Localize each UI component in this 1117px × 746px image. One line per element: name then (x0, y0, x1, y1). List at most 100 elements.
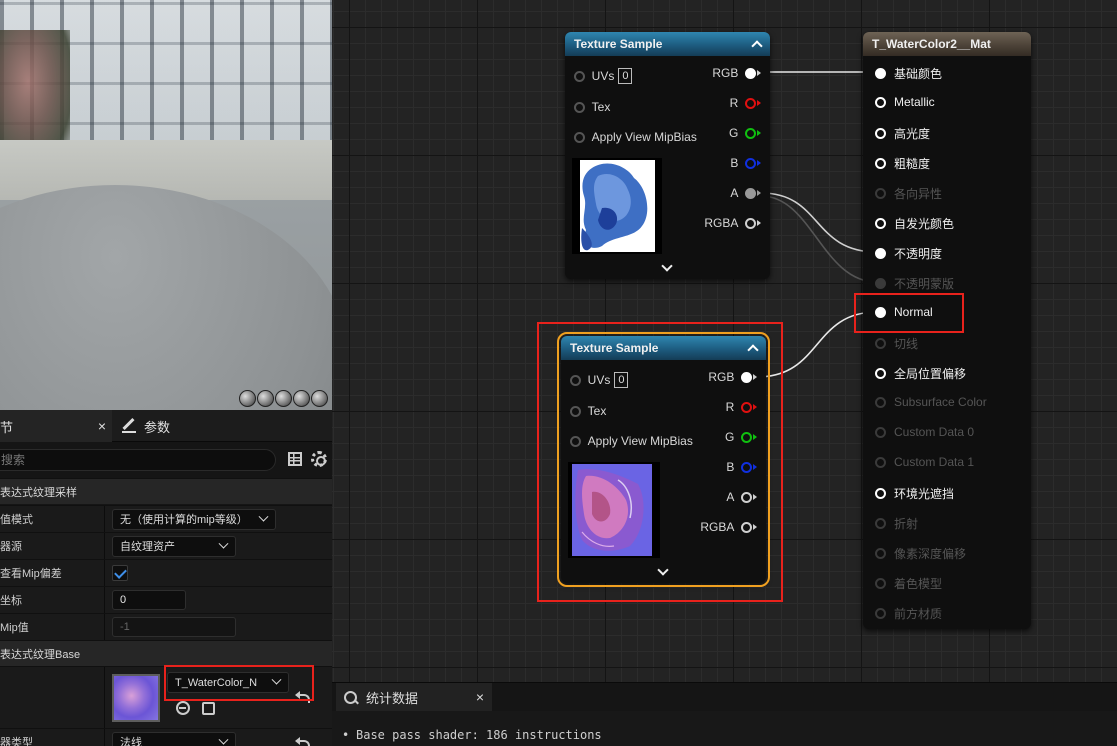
material-input-pin[interactable]: 自发光颜色 (875, 215, 954, 232)
close-icon[interactable]: × (476, 689, 484, 705)
pin-socket[interactable] (875, 96, 886, 108)
material-input-pin[interactable]: 粗糙度 (875, 155, 930, 172)
pin-socket[interactable] (875, 218, 886, 229)
teapot-shape-icon[interactable] (311, 390, 328, 407)
tab-details[interactable]: 节 × (0, 410, 112, 442)
stats-line: Base pass shader: 186 instructions (342, 728, 602, 742)
reset-to-default-icon[interactable] (295, 737, 310, 746)
chevron-down-icon (218, 734, 229, 745)
table-view-icon[interactable] (288, 452, 302, 466)
wire-a-opacitymask (760, 195, 878, 283)
pin-socket[interactable] (875, 368, 886, 379)
pin-label: 自发光颜色 (894, 217, 955, 231)
preview-shape-buttons (239, 390, 328, 407)
highlight-normal-pin (854, 293, 964, 333)
gear-icon[interactable] (311, 451, 327, 467)
preview-viewport[interactable] (0, 0, 332, 410)
plane-shape-icon[interactable] (275, 390, 292, 407)
material-graph[interactable]: Texture Sample UVs 0 Tex Apply View MipBi… (332, 0, 1117, 682)
material-input-pin[interactable]: 各向异性 (875, 185, 942, 202)
input-pin-uvs[interactable]: UVs 0 (574, 68, 633, 84)
output-pin-r[interactable]: R (730, 96, 761, 110)
pin-socket[interactable] (875, 68, 886, 79)
view-mip-bias-checkbox[interactable] (112, 565, 128, 581)
tab-parameters[interactable]: 参数 (112, 410, 170, 442)
input-pin-tex[interactable]: Tex (574, 100, 610, 114)
node-header[interactable]: Texture Sample (565, 32, 770, 56)
material-input-pin[interactable]: 切线 (875, 335, 918, 352)
pin-socket[interactable] (875, 518, 886, 529)
tab-stats[interactable]: 统计数据 × (336, 683, 492, 711)
expand-chevron-icon[interactable] (661, 260, 673, 272)
pin-label: Custom Data 1 (894, 455, 975, 469)
material-input-pin[interactable]: 基础颜色 (875, 65, 942, 82)
row-sampler-source: 器源 自纹理资产 (0, 532, 332, 560)
output-pin-rgb[interactable]: RGB (712, 66, 761, 80)
pin-label: 粗糙度 (894, 157, 931, 171)
texture-sample-node-1[interactable]: Texture Sample UVs 0 Tex Apply View MipBi… (565, 32, 770, 279)
cylinder-shape-icon[interactable] (239, 390, 256, 407)
sampler-type-dropdown[interactable]: 法线 (112, 731, 236, 746)
pin-socket[interactable] (875, 396, 886, 408)
close-icon[interactable]: × (98, 418, 106, 434)
pin-socket[interactable] (875, 426, 886, 438)
uv-index-field[interactable]: 0 (618, 68, 633, 84)
section-texture-sampler[interactable]: 表达式纹理采样 (0, 478, 332, 504)
material-input-pin[interactable]: 全局位置偏移 (875, 365, 966, 382)
texture-asset-thumbnail[interactable] (112, 674, 160, 722)
chevron-down-icon (218, 538, 229, 549)
output-pin-rgba[interactable]: RGBA (704, 216, 761, 230)
pin-socket[interactable] (875, 128, 886, 139)
material-input-pin[interactable]: Custom Data 1 (875, 455, 974, 469)
input-pin-mipbias[interactable]: Apply View MipBias (574, 130, 697, 144)
material-input-pin[interactable]: 不透明蒙版 (875, 275, 954, 292)
material-input-pin[interactable]: 环境光遮挡 (875, 485, 954, 502)
material-input-pin[interactable]: Subsurface Color (875, 395, 987, 409)
material-editor: Texture Sample UVs 0 Tex Apply View MipBi… (0, 0, 1117, 746)
section-texture-base[interactable]: 表达式纹理Base (0, 640, 332, 666)
property-label: 查看Mip偏差 (0, 568, 62, 580)
pin-socket[interactable] (875, 188, 886, 199)
row-mip-value: Mip值 -1 (0, 613, 332, 641)
pin-label: G (728, 126, 739, 140)
coordinate-index-input[interactable]: 0 (112, 590, 186, 610)
output-pin-g[interactable]: G (729, 126, 761, 140)
sphere-shape-icon[interactable] (257, 390, 274, 407)
material-input-pin[interactable]: Metallic (875, 95, 935, 109)
node-header[interactable]: T_WaterColor2__Mat (863, 32, 1031, 56)
material-input-pin[interactable]: 折射 (875, 515, 918, 532)
pin-socket[interactable] (875, 548, 886, 559)
magnifier-icon (344, 690, 357, 704)
row-coordinate: 坐标 0 (0, 586, 332, 614)
pin-label: 环境光遮挡 (894, 487, 955, 501)
collapse-chevron-icon[interactable] (751, 40, 763, 52)
property-label: 器类型 (0, 737, 33, 746)
property-label: 坐标 (0, 595, 22, 607)
material-input-pin[interactable]: 高光度 (875, 125, 930, 142)
use-selected-asset-icon[interactable] (202, 702, 215, 715)
material-input-pin[interactable]: 前方材质 (875, 605, 942, 622)
pin-label: 高光度 (894, 127, 931, 141)
mip-mode-dropdown[interactable]: 无（使用计算的mip等级） (112, 508, 276, 530)
cube-shape-icon[interactable] (293, 390, 310, 407)
pin-socket[interactable] (875, 158, 886, 169)
pin-socket[interactable] (875, 278, 886, 289)
chevron-down-icon (258, 511, 269, 522)
material-input-pin[interactable]: 不透明度 (875, 245, 942, 262)
pin-socket[interactable] (875, 456, 886, 468)
output-pin-b[interactable]: B (730, 156, 761, 170)
pin-socket[interactable] (875, 608, 886, 619)
output-pin-a[interactable]: A (730, 186, 761, 200)
pin-socket[interactable] (875, 338, 886, 349)
material-input-pin[interactable]: Custom Data 0 (875, 425, 974, 439)
sampler-source-dropdown[interactable]: 自纹理资产 (112, 535, 236, 557)
pin-label: 像素深度偏移 (894, 547, 967, 561)
pin-socket[interactable] (875, 578, 886, 589)
details-panel: 节 × 参数 搜索 表达式纹理采样 值模式 无（使用计算的mip等级） 器源 自纹… (0, 410, 332, 746)
search-input[interactable]: 搜索 (0, 449, 276, 471)
pin-socket[interactable] (875, 248, 886, 259)
material-input-pin[interactable]: 像素深度偏移 (875, 545, 966, 562)
browse-asset-icon[interactable] (176, 701, 190, 715)
material-input-pin[interactable]: 着色模型 (875, 575, 942, 592)
pin-socket[interactable] (875, 488, 886, 499)
